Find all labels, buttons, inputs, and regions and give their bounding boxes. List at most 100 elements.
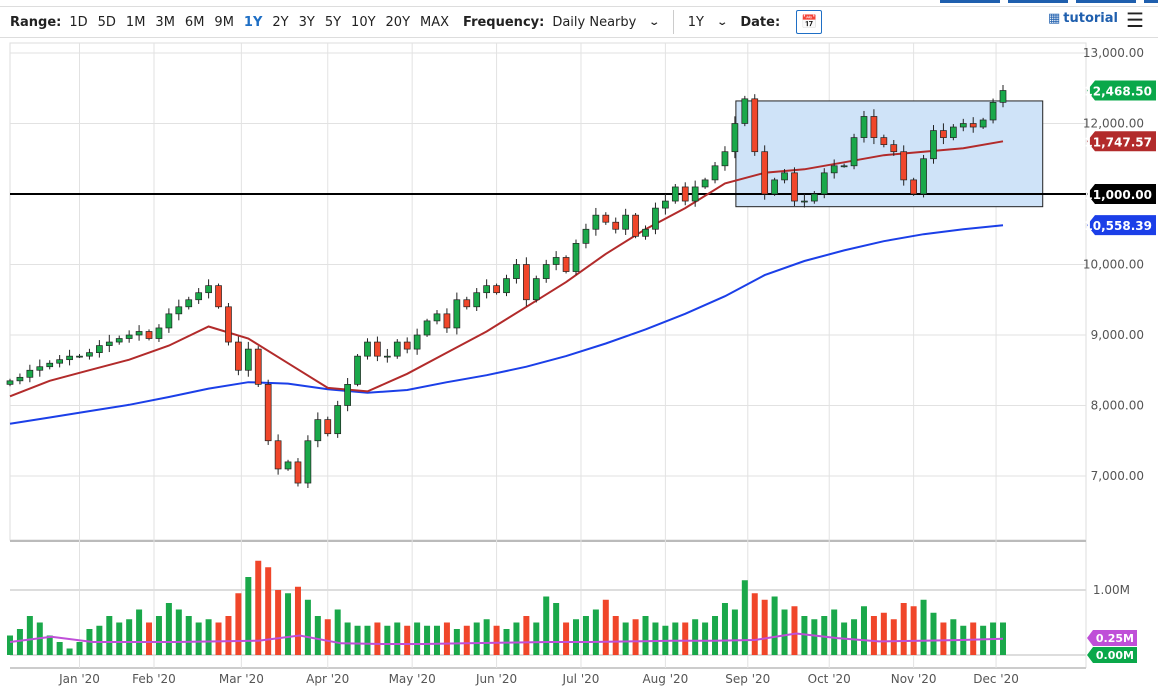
candle [593, 215, 599, 229]
candle [255, 349, 261, 384]
candle [533, 279, 539, 300]
x-tick-label: Sep '20 [725, 672, 770, 686]
volume-bar [176, 610, 182, 656]
candle [553, 257, 559, 264]
volume-bar [434, 626, 440, 655]
volume-bar [106, 616, 112, 655]
x-tick-label: Jun '20 [475, 672, 517, 686]
candle [960, 124, 966, 128]
volume-bar [394, 623, 400, 656]
volume-bar [593, 610, 599, 656]
price-tag: 11,000.00 [1084, 184, 1156, 204]
candle [662, 201, 668, 208]
x-tick-label: Jul '20 [562, 672, 600, 686]
candle [871, 116, 877, 137]
volume-bar [166, 603, 172, 655]
volume-tick-label: 1.00M [1093, 583, 1130, 597]
candle [940, 131, 946, 138]
candle [454, 300, 460, 328]
volume-bar [136, 610, 142, 656]
volume-bar [335, 610, 341, 656]
volume-bar [553, 603, 559, 655]
volume-bar [464, 626, 470, 655]
candle [930, 131, 936, 159]
candle [851, 138, 857, 166]
candle [573, 243, 579, 271]
candle [96, 346, 102, 353]
volume-bar [722, 603, 728, 655]
x-tick-label: Nov '20 [891, 672, 937, 686]
volume-bar [791, 606, 797, 655]
volume-bar [424, 626, 430, 655]
candle [166, 314, 172, 328]
volume-bar [96, 626, 102, 655]
candle [484, 286, 490, 293]
volume-bar [712, 616, 718, 655]
candle [633, 215, 639, 236]
candle [861, 116, 867, 137]
candle [543, 265, 549, 279]
volume-bar [345, 623, 351, 656]
candle [921, 159, 927, 194]
volume-bar [325, 619, 331, 655]
volume-bar [384, 626, 390, 655]
volume-bar [484, 619, 490, 655]
candle [374, 342, 380, 356]
candle [464, 300, 470, 307]
volume-bar [861, 606, 867, 655]
candle [315, 420, 321, 441]
candle [106, 342, 112, 346]
price-tag: 10,558.39 [1084, 215, 1156, 235]
candle [821, 173, 827, 194]
candle [513, 265, 519, 279]
candle [970, 124, 976, 128]
volume-bar [573, 619, 579, 655]
candle [27, 370, 33, 377]
candle [613, 222, 619, 229]
candle [414, 335, 420, 349]
candle [265, 384, 271, 440]
volume-tag-label: 0.25M [1096, 632, 1134, 645]
volume-bar [275, 590, 281, 655]
volume-bar [891, 619, 897, 655]
candle [504, 279, 510, 293]
volume-bar [623, 623, 629, 656]
candle [583, 229, 589, 243]
candle [394, 342, 400, 356]
x-tick-label: Jan '20 [58, 672, 100, 686]
volume-bar [305, 600, 311, 655]
volume-bar [523, 616, 529, 655]
candle [990, 102, 996, 120]
volume-bar [851, 619, 857, 655]
candle [57, 360, 63, 364]
candle [652, 208, 658, 229]
volume-bar [315, 616, 321, 655]
volume-bar [206, 619, 212, 655]
volume-bar [702, 623, 708, 656]
volume-bar [732, 610, 738, 656]
candle [623, 215, 629, 229]
volume-bar [67, 649, 73, 656]
volume-bar [563, 623, 569, 656]
candle [37, 367, 43, 371]
volume-bar [543, 597, 549, 656]
volume-bar [355, 626, 361, 655]
candle [126, 335, 132, 339]
volume-tag: 0.00M [1087, 647, 1137, 663]
x-tick-label: May '20 [389, 672, 436, 686]
candle [603, 215, 609, 222]
volume-bar [613, 616, 619, 655]
volume-bar [921, 600, 927, 655]
volume-bar [652, 623, 658, 656]
volume-bar [126, 619, 132, 655]
candle [732, 124, 738, 152]
price-chart[interactable]: Jan '20Feb '20Mar '20Apr '20May '20Jun '… [0, 0, 1158, 697]
candle [77, 356, 83, 357]
candle [742, 99, 748, 124]
volume-bar [225, 616, 231, 655]
volume-bar [47, 636, 53, 656]
y-tick-label: 8,000.00 [1091, 399, 1144, 413]
candle [772, 180, 778, 194]
volume-bar [146, 623, 152, 656]
volume-bar [444, 623, 450, 656]
